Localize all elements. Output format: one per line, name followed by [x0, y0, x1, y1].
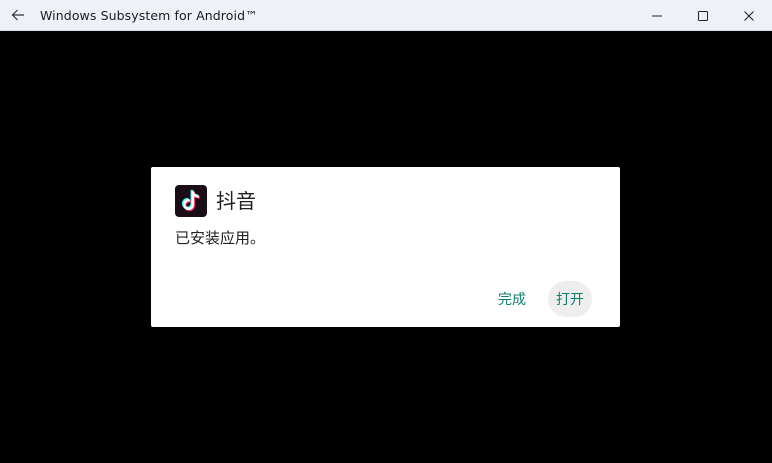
maximize-button[interactable]	[680, 0, 726, 31]
app-header: 抖音	[175, 185, 256, 217]
minimize-icon	[652, 15, 662, 16]
app-name: 抖音	[216, 189, 256, 213]
tiktok-icon	[175, 185, 207, 217]
done-button[interactable]: 完成	[486, 281, 538, 317]
close-button[interactable]	[726, 0, 772, 31]
close-icon	[744, 10, 754, 21]
install-message: 已安装应用。	[175, 229, 266, 247]
open-button[interactable]: 打开	[548, 281, 592, 317]
window-title: Windows Subsystem for Android™	[40, 7, 258, 23]
install-complete-dialog: 抖音 已安装应用。 完成 打开	[151, 167, 620, 327]
window-controls	[634, 0, 772, 31]
title-bar: Windows Subsystem for Android™	[0, 0, 772, 31]
app-window: Windows Subsystem for Android™ 抖音 已安装应用。…	[0, 0, 772, 463]
back-button[interactable]	[0, 0, 36, 31]
back-arrow-icon	[11, 9, 24, 21]
minimize-button[interactable]	[634, 0, 680, 31]
maximize-icon	[698, 10, 708, 21]
